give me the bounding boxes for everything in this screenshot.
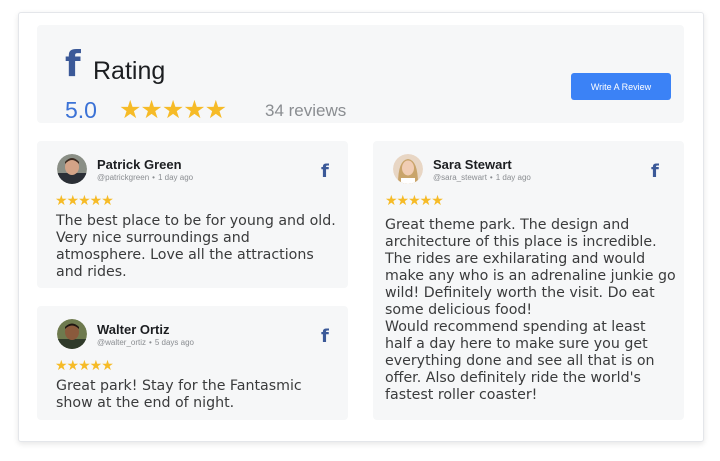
review-line: atmosphere. Love all the attractions [56, 247, 314, 263]
rating-title: Rating [93, 57, 166, 85]
rating-header: f Rating 5.0 ★★★★★ 34 reviews Write A Re… [37, 25, 684, 124]
review-stars: ★★★★★ [55, 358, 114, 374]
review-line: some delicious food! [385, 302, 533, 318]
review-card: Walter Ortiz @walter_ortiz • 5 days ago f … [37, 306, 348, 420]
review-meta: @patrickgreen • 1 day ago [97, 173, 194, 182]
review-text: The best place to be for young and old. … [56, 213, 336, 281]
review-count[interactable]: 34 reviews [265, 101, 346, 121]
review-time: 5 days ago [154, 338, 194, 347]
review-line: Would recommend spending at least [385, 319, 646, 335]
review-line: fastest roller coaster! [385, 387, 538, 403]
avatar[interactable] [57, 154, 87, 184]
review-time: 1 day ago [495, 173, 531, 182]
review-line: Great park! Stay for the Fantasmic [56, 378, 302, 394]
review-line: half a day here to make sure you get [385, 336, 648, 352]
write-review-button[interactable]: Write A Review [571, 73, 671, 100]
review-stars: ★★★★★ [385, 193, 444, 209]
avatar[interactable] [393, 154, 423, 184]
review-line: show at the end of night. [56, 395, 235, 411]
reviewer-name[interactable]: Sara Stewart [433, 157, 512, 172]
rating-score: 5.0 [65, 97, 97, 123]
facebook-icon: f [65, 44, 81, 85]
facebook-icon[interactable]: f [321, 328, 329, 346]
review-line: and rides. [56, 264, 127, 280]
review-meta: @walter_ortiz • 5 days ago [97, 338, 194, 347]
review-text: Great theme park. The design and archite… [385, 217, 676, 404]
review-stars: ★★★★★ [55, 193, 114, 209]
review-line: The best place to be for young and old. [56, 213, 336, 229]
review-card: Patrick Green @patrickgreen • 1 day ago f … [37, 141, 348, 288]
review-line: offer. Also definitely ride the world's [385, 370, 641, 386]
review-line: make any who is an adrenaline junkie go [385, 268, 676, 284]
review-line: Great theme park. The design and [385, 217, 630, 233]
reviewer-name[interactable]: Patrick Green [97, 157, 182, 172]
review-line: wild! Definitely worth the visit. Do eat [385, 285, 655, 301]
reviewer-handle: @walter_ortiz [97, 338, 147, 347]
review-line: Very nice surroundings and [56, 230, 250, 246]
rating-widget: f Rating 5.0 ★★★★★ 34 reviews Write A Re… [18, 12, 704, 442]
review-line: The rides are exhilarating and would [385, 251, 646, 267]
review-card: Sara Stewart @sara_stewart • 1 day ago f ★… [373, 141, 684, 420]
review-meta: @sara_stewart • 1 day ago [433, 173, 531, 182]
reviewer-handle: @patrickgreen [97, 173, 150, 182]
rating-stars: ★★★★★ [119, 95, 227, 124]
reviewer-name[interactable]: Walter Ortiz [97, 322, 169, 337]
facebook-icon[interactable]: f [321, 163, 329, 181]
review-line: everything done and see all that is on [385, 353, 655, 369]
review-text: Great park! Stay for the Fantasmic show … [56, 378, 302, 412]
avatar[interactable] [57, 319, 87, 349]
facebook-icon[interactable]: f [651, 163, 659, 181]
review-line: architecture of this place is incredible… [385, 234, 657, 250]
reviewer-handle: @sara_stewart [433, 173, 487, 182]
review-time: 1 day ago [157, 173, 194, 182]
